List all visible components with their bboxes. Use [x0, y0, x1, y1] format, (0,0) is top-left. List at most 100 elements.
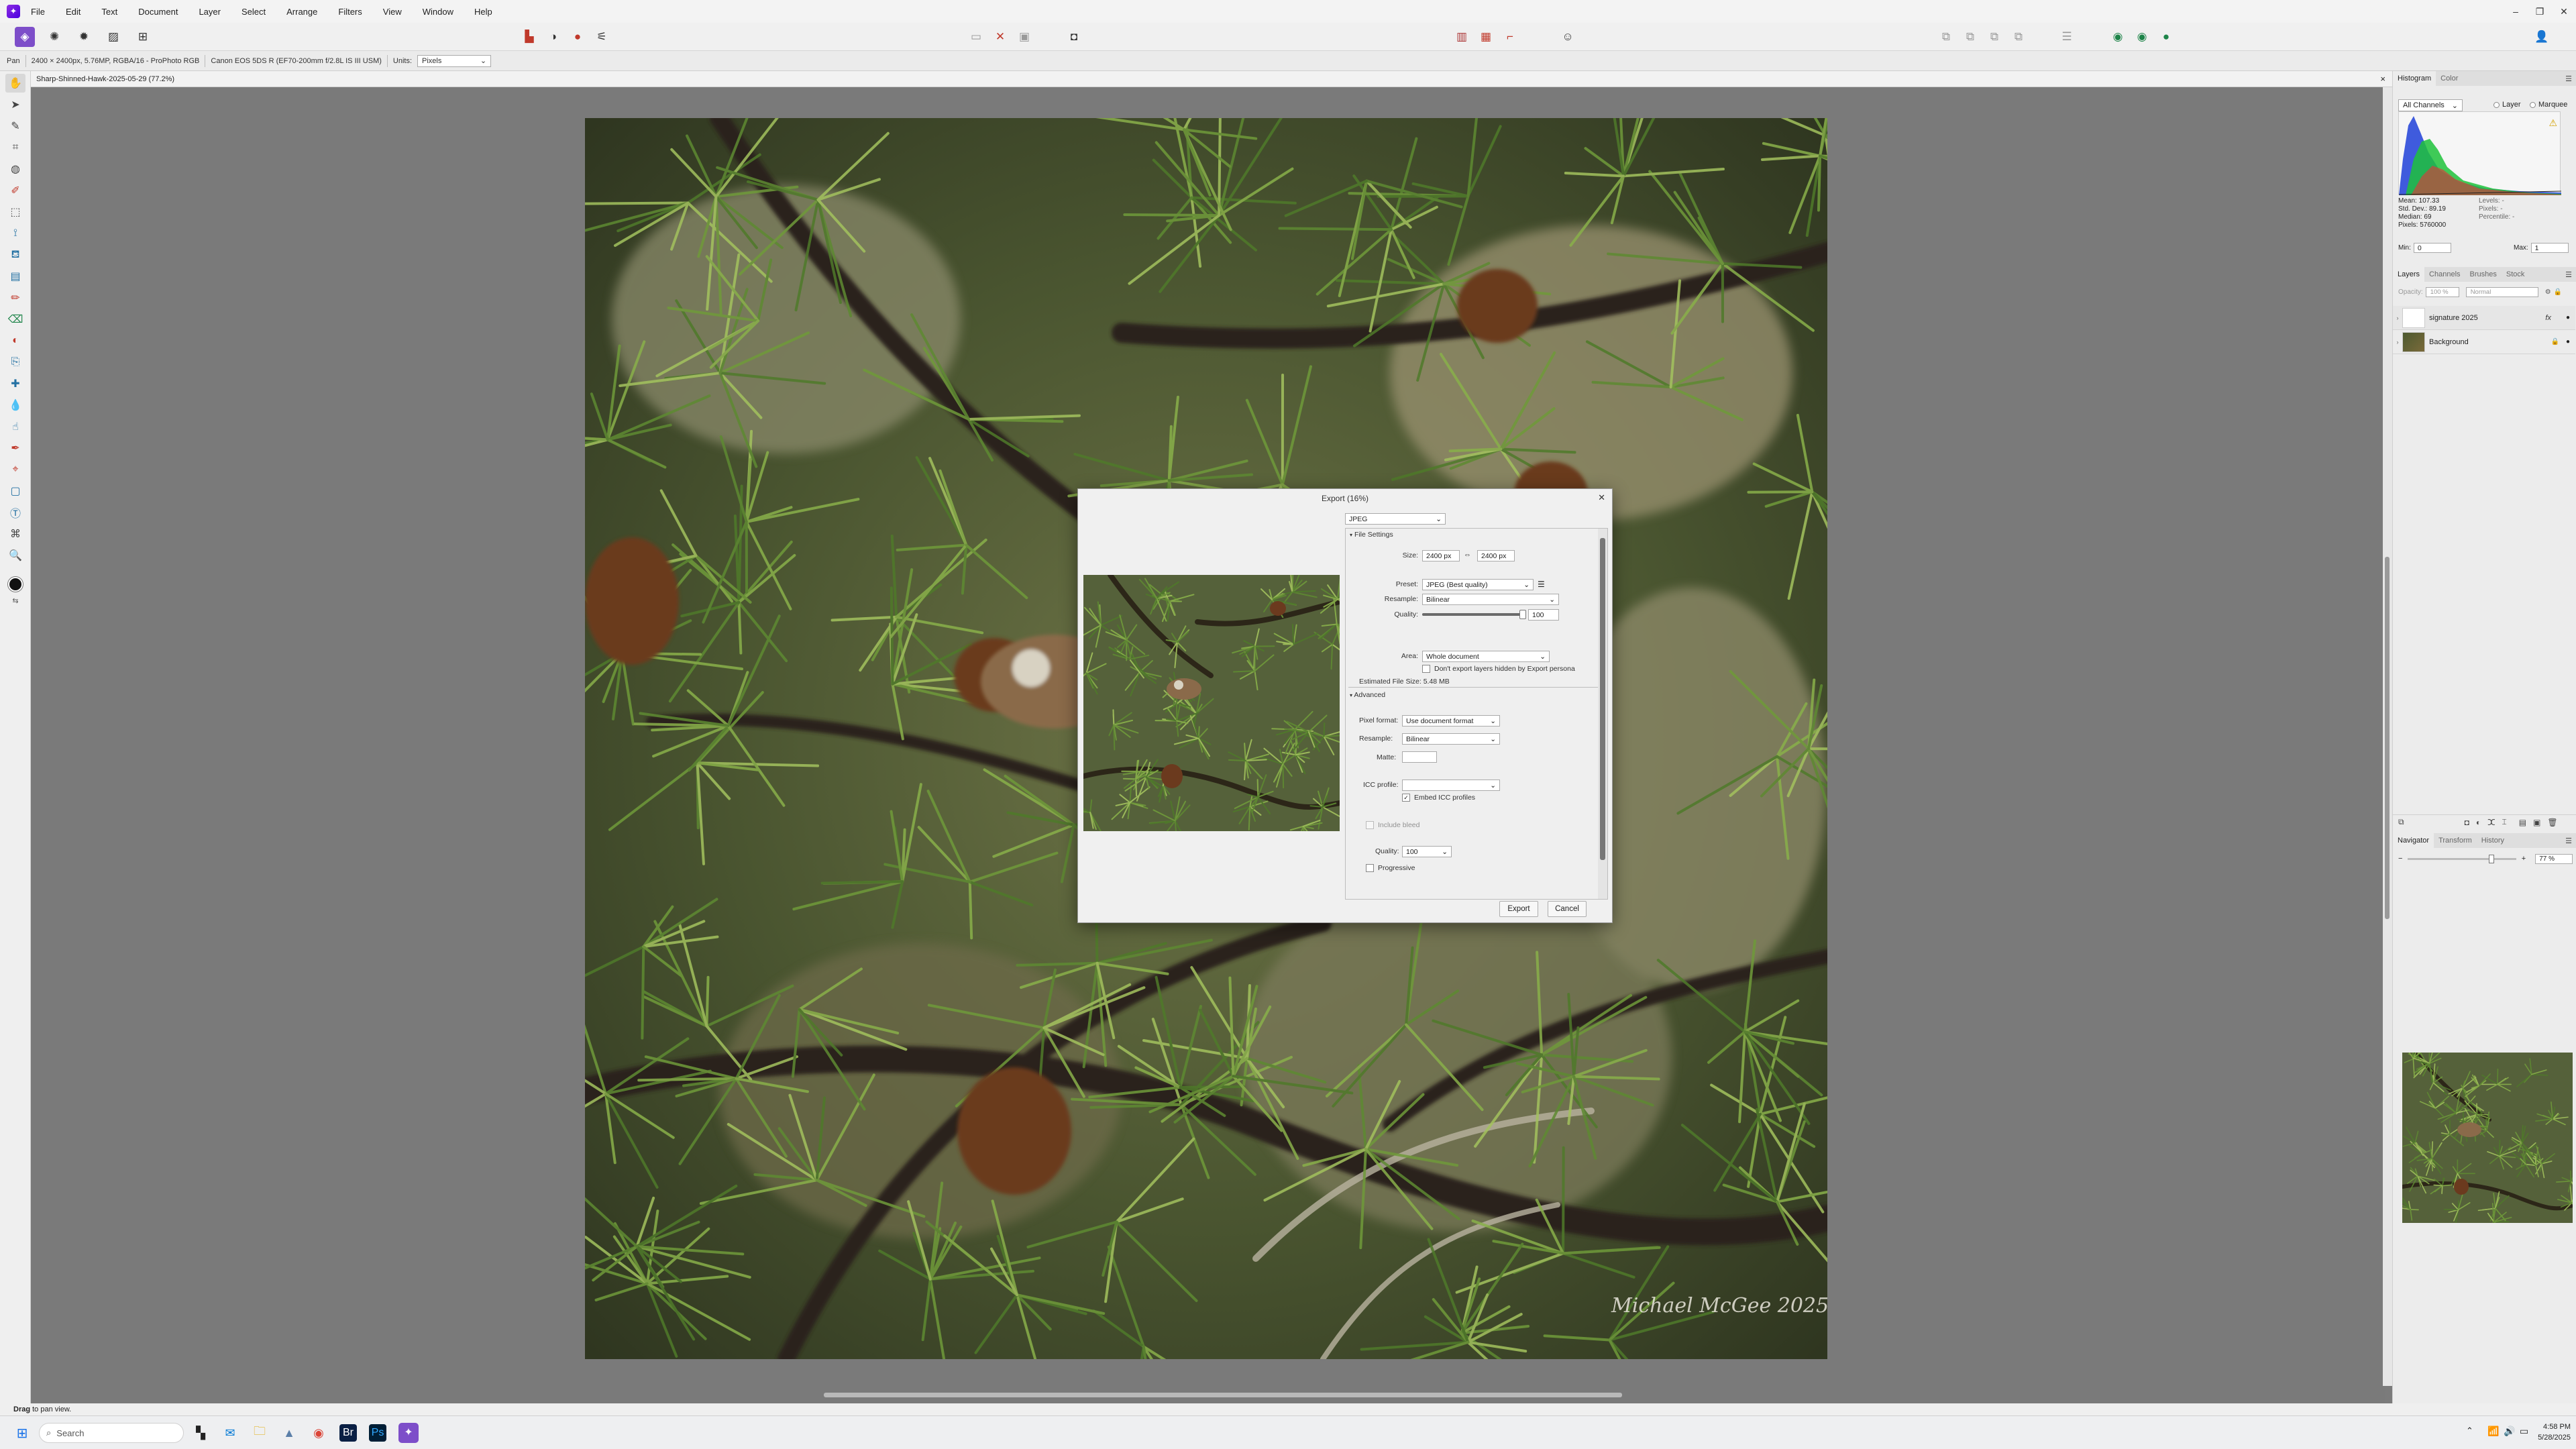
group-icon[interactable]: ▤: [2519, 818, 2526, 827]
studio-link-icon[interactable]: ◉: [2108, 27, 2128, 47]
lock-icon[interactable]: 🔒: [2551, 338, 2559, 345]
tab-channels[interactable]: Channels: [2424, 270, 2465, 278]
bridge-icon[interactable]: Br: [339, 1424, 357, 1442]
menu-help[interactable]: Help: [474, 7, 492, 17]
visibility-icon[interactable]: ●: [2566, 314, 2570, 321]
menu-file[interactable]: File: [31, 7, 45, 17]
quality-input[interactable]: 100: [1528, 609, 1559, 621]
fx-icon[interactable]: fx: [2545, 314, 2551, 322]
quality-slider-handle[interactable]: [1519, 610, 1526, 619]
rectangle-tool-icon[interactable]: ▢: [5, 482, 25, 500]
resample-dropdown[interactable]: Bilinear ⌄: [1422, 594, 1559, 605]
erase-brush-tool-icon[interactable]: ⌫: [5, 310, 25, 329]
tab-navigator[interactable]: Navigator: [2393, 833, 2434, 848]
tab-history[interactable]: History: [2477, 837, 2509, 845]
freehand-select-tool-icon[interactable]: ⟟: [5, 224, 25, 243]
paint-brush-tool-icon[interactable]: ✏: [5, 288, 25, 307]
menu-select[interactable]: Select: [241, 7, 266, 17]
blend-mode-dropdown[interactable]: Normal: [2465, 287, 2538, 297]
tone-mapping-persona-icon[interactable]: ▨: [103, 27, 123, 47]
text-tool-icon[interactable]: Ⓣ: [5, 503, 25, 522]
add-layer-icon[interactable]: ▣: [2533, 818, 2540, 827]
task-view-icon[interactable]: ▚: [192, 1424, 209, 1442]
clone-brush-tool-icon[interactable]: ⎘: [5, 353, 25, 372]
menu-arrange[interactable]: Arrange: [286, 7, 317, 17]
layer-row[interactable]: › signature 2025 fx ●: [2393, 306, 2575, 330]
include-bleed-checkbox[interactable]: [1366, 821, 1374, 829]
export-persona-icon[interactable]: ⊞: [133, 27, 153, 47]
zoom-out-icon[interactable]: −: [2398, 855, 2402, 863]
publisher-persona-icon[interactable]: ●: [2156, 27, 2176, 47]
menu-text[interactable]: Text: [101, 7, 117, 17]
tab-stock[interactable]: Stock: [2502, 270, 2530, 278]
panel-menu-icon[interactable]: ☰: [2561, 837, 2576, 845]
horizontal-scroll-thumb[interactable]: [824, 1393, 1622, 1397]
tab-layers[interactable]: Layers: [2393, 267, 2425, 282]
windows-start-icon[interactable]: ⊞: [13, 1424, 31, 1442]
flood-fill-tool-icon[interactable]: ⛾: [5, 246, 25, 264]
preset-menu-icon[interactable]: ☰: [1538, 580, 1545, 589]
menu-document[interactable]: Document: [138, 7, 178, 17]
zoom-slider-handle[interactable]: [2488, 854, 2494, 863]
snapping-options-icon[interactable]: ⌐: [1500, 27, 1520, 47]
move-tool-icon[interactable]: ➤: [5, 95, 25, 114]
arrange-back-icon[interactable]: ⧉: [1936, 27, 1956, 47]
assistant-icon[interactable]: ☺: [1558, 27, 1578, 47]
tab-brushes[interactable]: Brushes: [2465, 270, 2502, 278]
area-dropdown[interactable]: Whole document ⌄: [1422, 651, 1550, 662]
progressive-checkbox[interactable]: [1366, 864, 1374, 872]
vertical-scrollbar[interactable]: [2383, 87, 2392, 1386]
menu-edit[interactable]: Edit: [66, 7, 80, 17]
deselect-icon[interactable]: ✕: [990, 27, 1010, 47]
align-icon[interactable]: ▥: [1452, 27, 1472, 47]
expand-icon[interactable]: ›: [2393, 315, 2402, 321]
vertical-scroll-thumb[interactable]: [2385, 557, 2390, 919]
close-icon[interactable]: ✕: [1598, 492, 1605, 503]
tray-chevron-icon[interactable]: ⌃: [2466, 1426, 2473, 1436]
panel-menu-icon[interactable]: ☰: [2561, 270, 2576, 279]
quality2-dropdown[interactable]: 100 ⌄: [1402, 846, 1452, 857]
layer-radio[interactable]: [2493, 101, 2500, 108]
arrange-forward-icon[interactable]: ⧉: [1984, 27, 2004, 47]
view-tool-icon[interactable]: ✋: [5, 74, 25, 93]
gradient-tool-icon[interactable]: ▤: [5, 267, 25, 286]
embed-icc-checkbox[interactable]: ✓: [1402, 794, 1410, 802]
panel-menu-icon[interactable]: ☰: [2561, 74, 2576, 83]
pixel-format-dropdown[interactable]: Use document format ⌄: [1402, 715, 1500, 727]
tab-histogram[interactable]: Histogram: [2393, 71, 2436, 86]
designer-persona-icon[interactable]: ◉: [2132, 27, 2152, 47]
battery-icon[interactable]: ▭: [2520, 1426, 2528, 1437]
zoom-input[interactable]: 77 %: [2535, 853, 2573, 864]
flood-select-tool-icon[interactable]: ✐: [5, 181, 25, 200]
max-input[interactable]: 1: [2530, 243, 2569, 253]
width-input[interactable]: 2400 px: [1422, 550, 1460, 561]
zoom-in-icon[interactable]: +: [2522, 855, 2526, 863]
liquify-persona-icon[interactable]: ✺: [44, 27, 64, 47]
zoom-tool-icon[interactable]: 🔍: [5, 546, 25, 565]
color-picker-tool-icon[interactable]: ✎: [5, 117, 25, 136]
live-filter-icon[interactable]: ⵋ: [2487, 818, 2495, 827]
settings-scroll-thumb[interactable]: [1600, 538, 1605, 860]
height-input[interactable]: 2400 px: [1477, 550, 1515, 561]
develop-persona-icon[interactable]: ✹: [74, 27, 94, 47]
gear-icon[interactable]: ⚙: [2545, 288, 2551, 296]
affinity-photo-icon[interactable]: ✦: [398, 1423, 419, 1443]
settings-scrollbar[interactable]: [1598, 529, 1607, 899]
outlook-icon[interactable]: ✉: [221, 1424, 239, 1442]
visibility-icon[interactable]: ●: [2566, 338, 2570, 345]
menu-filters[interactable]: Filters: [338, 7, 362, 17]
selection-brush-tool-icon[interactable]: ◍: [5, 160, 25, 178]
photoshop-icon[interactable]: Ps: [369, 1424, 386, 1442]
link-dimensions-icon[interactable]: ⇔: [1464, 551, 1471, 559]
file-explorer-icon[interactable]: 🗀: [251, 1424, 268, 1442]
taskbar-search[interactable]: ⌕ Search: [39, 1423, 184, 1443]
format-dropdown[interactable]: JPEG ⌄: [1345, 513, 1446, 525]
mask-icon[interactable]: ◘: [2465, 818, 2469, 827]
preset-dropdown[interactable]: JPEG (Best quality) ⌄: [1422, 579, 1534, 590]
units-dropdown[interactable]: Pixels ⌄: [417, 54, 492, 67]
auto-contrast-icon[interactable]: ◑: [543, 27, 564, 47]
close-document-icon[interactable]: ×: [2380, 74, 2385, 84]
horizontal-scrollbar[interactable]: [31, 1386, 2385, 1403]
selection-mode-icon[interactable]: ▭: [966, 27, 986, 47]
minimize-icon[interactable]: –: [2504, 0, 2528, 23]
